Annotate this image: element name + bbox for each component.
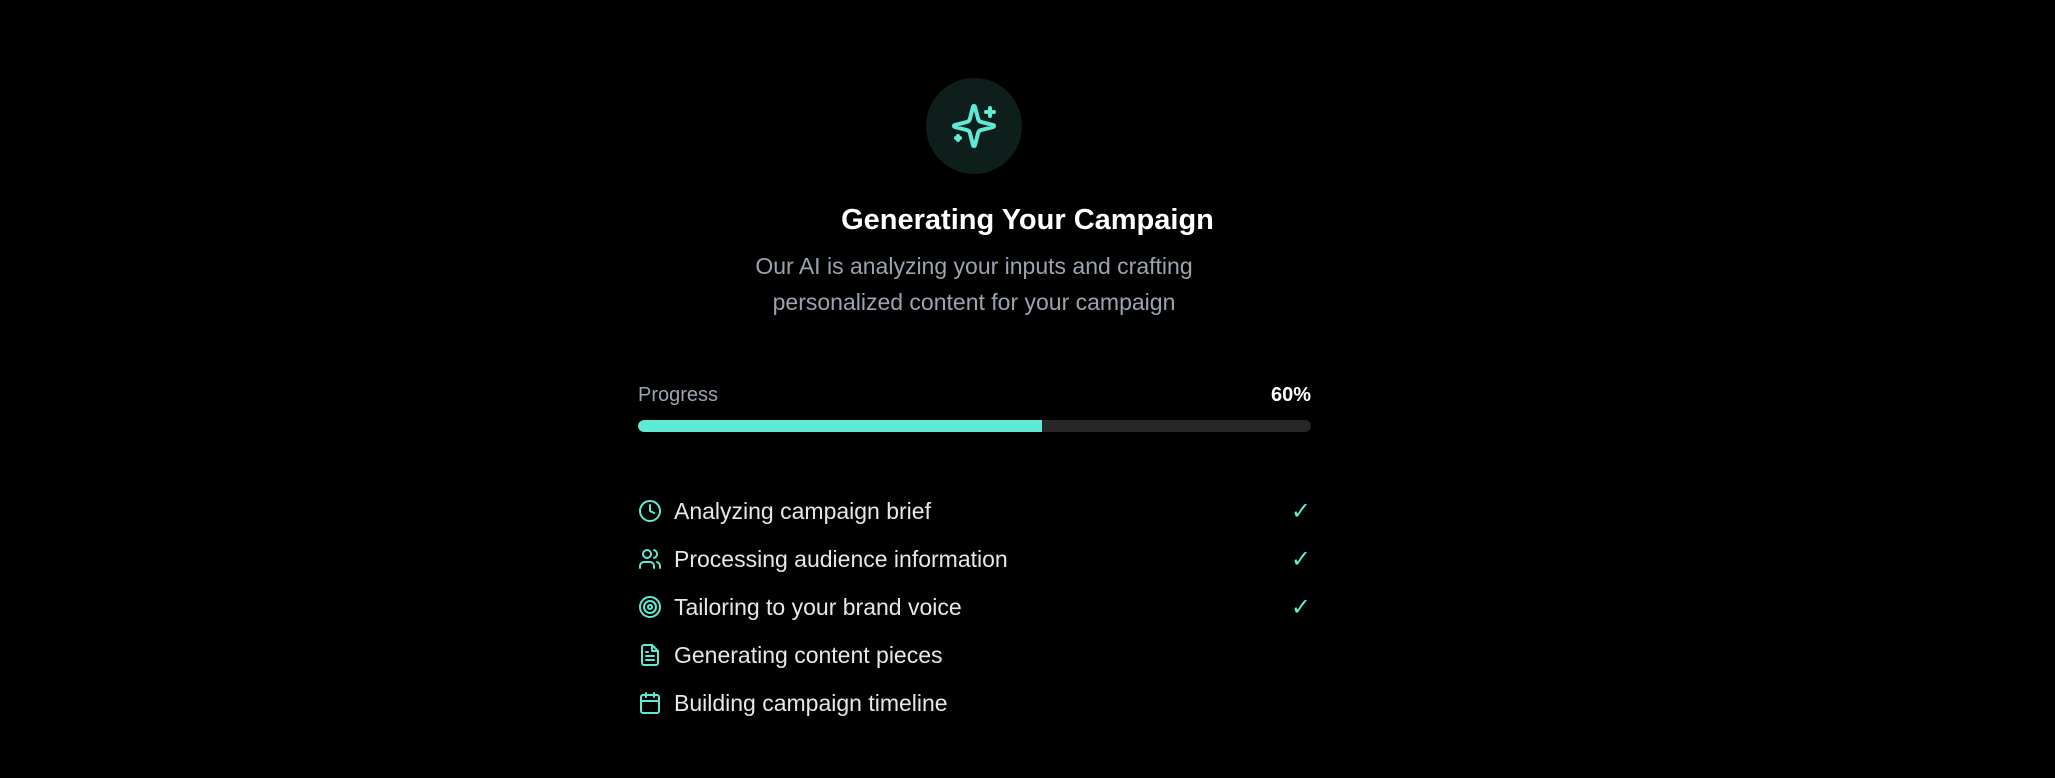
check-icon: ✓ [1290, 593, 1311, 621]
step-item: Tailoring to your brand voice ✓ [638, 583, 1311, 631]
progress-bar-fill [638, 420, 1042, 432]
step-label: Tailoring to your brand voice [674, 593, 962, 620]
clock-icon [638, 499, 662, 523]
progress-bar [638, 420, 1311, 432]
step-item: Processing audience information ✓ [638, 535, 1311, 583]
step-label: Generating content pieces [674, 641, 943, 668]
step-item: Building campaign timeline [638, 679, 1311, 727]
calendar-icon [638, 691, 662, 715]
sparkles-icon [952, 104, 996, 148]
step-list: Analyzing campaign brief ✓ Processing au… [638, 487, 1311, 727]
sparkles-icon-badge [926, 78, 1022, 174]
step-label: Building campaign timeline [674, 689, 948, 716]
users-icon [638, 547, 662, 571]
progress-label: Progress [638, 383, 719, 406]
page-title: Generating Your Campaign [841, 204, 1214, 236]
progress-percentage: 60% [1270, 383, 1311, 406]
generation-screen: Generating Your Campaign Our AI is analy… [0, 0, 2055, 778]
step-item: Analyzing campaign brief ✓ [638, 487, 1311, 535]
document-icon [638, 643, 662, 667]
progress-section: Progress 60% [638, 381, 1311, 432]
target-icon [638, 595, 662, 619]
step-item: Generating content pieces [638, 631, 1311, 679]
check-icon: ✓ [1290, 545, 1311, 573]
page-subtitle: Our AI is analyzing your inputs and craf… [755, 253, 1193, 315]
step-label: Processing audience information [674, 545, 1008, 572]
step-label: Analyzing campaign brief [674, 497, 931, 524]
check-icon: ✓ [1290, 497, 1311, 525]
